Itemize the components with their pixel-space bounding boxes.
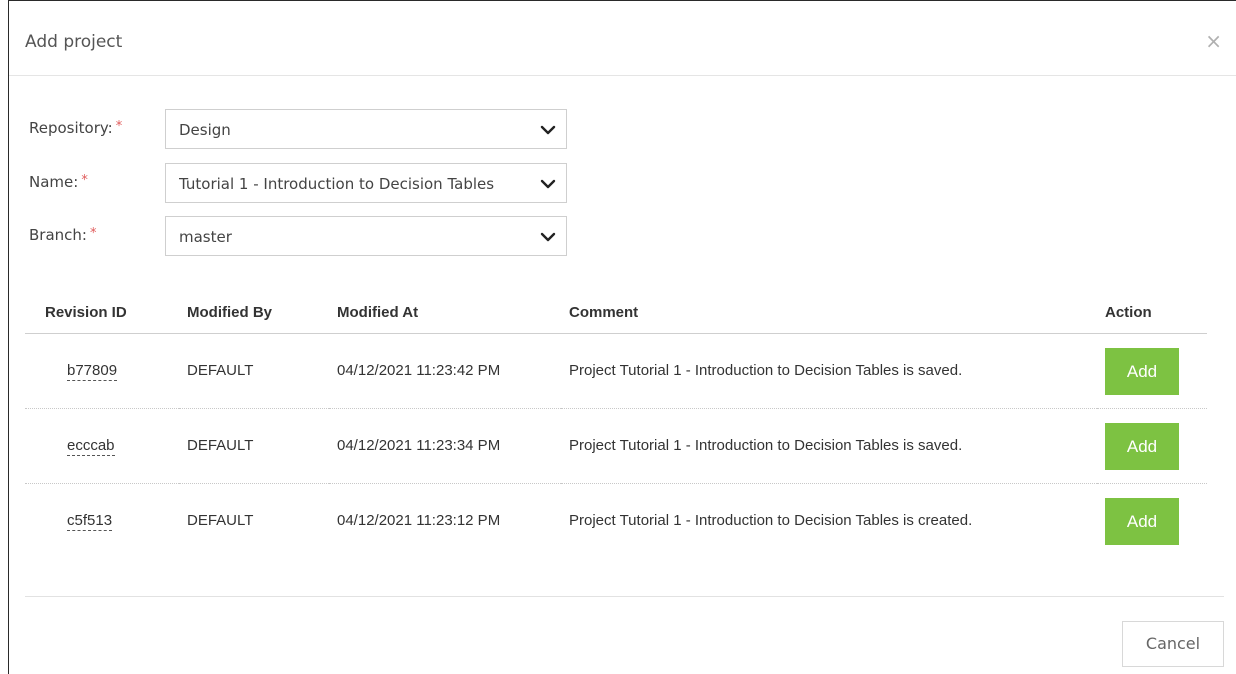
action-cell: Add xyxy=(1097,408,1207,484)
header-modified-by: Modified By xyxy=(179,291,329,334)
revision-id-cell: ecccab xyxy=(25,408,179,484)
modified-at-cell: 04/12/2021 11:23:34 PM xyxy=(329,408,561,484)
chevron-down-icon xyxy=(540,179,556,189)
modified-by-cell: DEFAULT xyxy=(179,408,329,484)
repository-label: Repository: * xyxy=(29,119,123,137)
header-revision-id: Revision ID xyxy=(25,291,179,334)
required-mark: * xyxy=(89,226,97,241)
close-icon[interactable]: × xyxy=(1205,31,1222,51)
revision-id-cell: c5f513 xyxy=(25,484,179,559)
header-modified-at: Modified At xyxy=(329,291,561,334)
repository-select[interactable]: Design xyxy=(165,109,567,149)
action-cell: Add xyxy=(1097,484,1207,559)
header-comment: Comment xyxy=(561,291,1097,334)
modified-at-cell: 04/12/2021 11:23:12 PM xyxy=(329,484,561,559)
table-row: b77809 DEFAULT 04/12/2021 11:23:42 PM Pr… xyxy=(25,333,1207,409)
branch-select-value: master xyxy=(179,228,232,246)
modified-at-text: 04/12/2021 11:23:42 PM xyxy=(337,362,501,379)
comment-cell: Project Tutorial 1 - Introduction to Dec… xyxy=(561,484,1097,559)
revisions-table: Revision ID Modified By Modified At Comm… xyxy=(25,291,1207,558)
branch-row: Branch: * master xyxy=(9,216,609,256)
modified-by-cell: DEFAULT xyxy=(187,512,254,529)
dialog-title: Add project xyxy=(25,32,123,52)
comment-cell: Project Tutorial 1 - Introduction to Dec… xyxy=(561,333,1097,409)
add-project-dialog: Add project × Repository: * Design Name: *… xyxy=(8,0,1236,674)
cancel-button[interactable]: Cancel xyxy=(1122,621,1224,667)
repository-row: Repository: * Design xyxy=(9,109,609,149)
header-action: Action xyxy=(1097,291,1207,334)
name-row: Name: * Tutorial 1 - Introduction to Deci… xyxy=(9,163,609,203)
required-mark: * xyxy=(115,119,123,134)
table-row: ecccab DEFAULT 04/12/2021 11:23:34 PM Pr… xyxy=(25,408,1207,484)
revision-id-link[interactable]: b77809 xyxy=(67,362,118,381)
add-button[interactable]: Add xyxy=(1105,422,1179,470)
modified-at-cell: 04/12/2021 11:23:42 PM xyxy=(329,333,561,409)
table-header-row: Revision ID Modified By Modified At Comm… xyxy=(25,291,1207,334)
chevron-down-icon xyxy=(540,232,556,242)
table-row: c5f513 DEFAULT 04/12/2021 11:23:12 PM Pr… xyxy=(25,484,1207,559)
add-button[interactable]: Add xyxy=(1105,347,1179,395)
revision-id-link[interactable]: ecccab xyxy=(67,437,115,456)
name-select[interactable]: Tutorial 1 - Introduction to Decision Ta… xyxy=(165,163,567,203)
required-mark: * xyxy=(81,173,88,188)
footer-divider xyxy=(25,596,1224,597)
name-label: Name: * xyxy=(29,173,88,191)
revision-id-link[interactable]: c5f513 xyxy=(67,512,113,531)
add-button[interactable]: Add xyxy=(1105,497,1179,545)
modified-by-cell: DEFAULT xyxy=(179,333,329,409)
repository-select-value: Design xyxy=(179,121,231,139)
chevron-down-icon xyxy=(540,125,556,135)
modified-at-text: 04/12/2021 11:23:34 PM xyxy=(337,437,501,454)
branch-label: Branch: * xyxy=(29,226,97,244)
comment-text: Project Tutorial 1 - Introduction to Dec… xyxy=(569,512,973,529)
branch-select[interactable]: master xyxy=(165,216,567,256)
name-select-value: Tutorial 1 - Introduction to Decision Ta… xyxy=(179,175,495,193)
comment-cell: Project Tutorial 1 - Introduction to Dec… xyxy=(561,408,1097,484)
modified-at-text: 04/12/2021 11:23:12 PM xyxy=(337,512,501,529)
dialog-header: Add project × xyxy=(9,1,1236,76)
revision-id-cell: b77809 xyxy=(25,333,179,409)
action-cell: Add xyxy=(1097,333,1207,409)
